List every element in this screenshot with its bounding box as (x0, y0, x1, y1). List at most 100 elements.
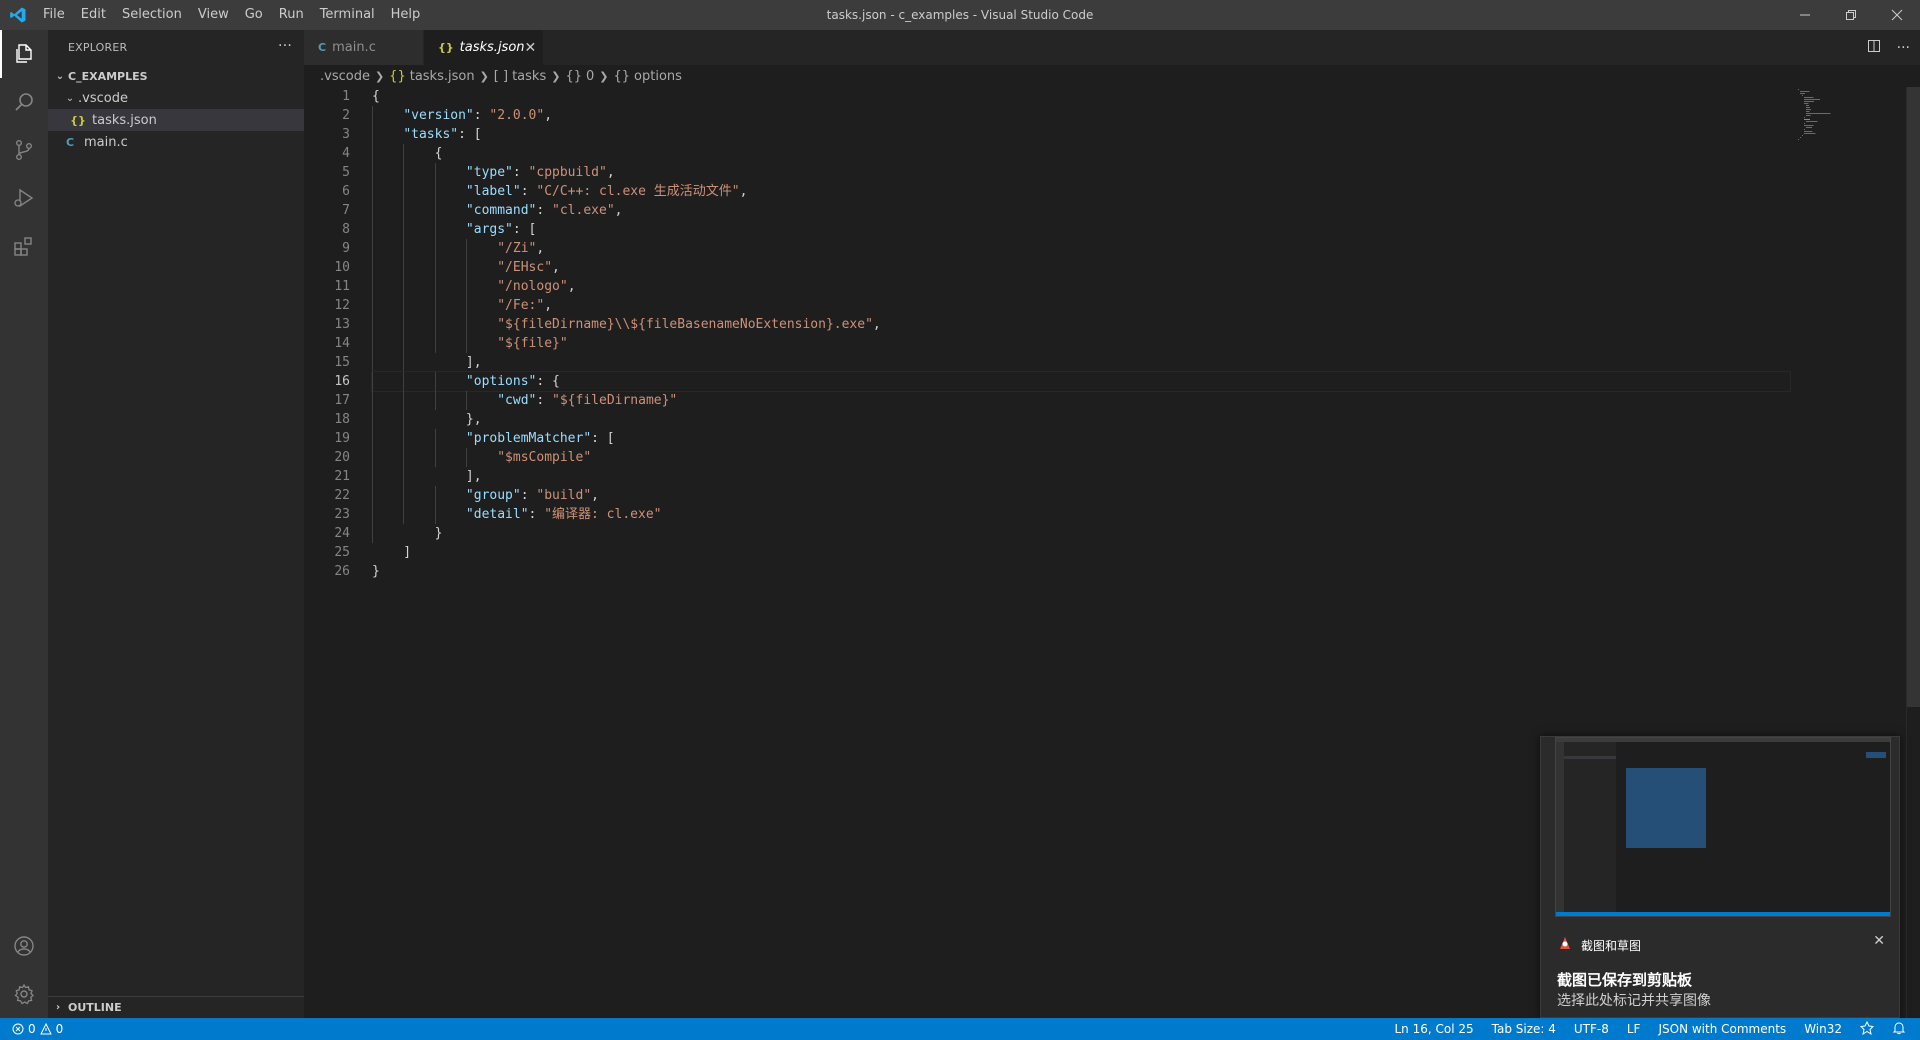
code-line[interactable]: "cwd": "${fileDirname}" (372, 391, 1790, 410)
minimap-line (1804, 117, 1805, 118)
workspace-root[interactable]: ⌄ C_EXAMPLES (48, 65, 304, 87)
search-icon[interactable] (0, 78, 48, 126)
code-line[interactable]: "detail": "编译器: cl.exe" (372, 505, 1790, 524)
close-icon[interactable]: ✕ (1873, 933, 1885, 949)
breadcrumb-file[interactable]: tasks.json (410, 69, 475, 84)
file-label: main.c (84, 134, 128, 150)
split-editor-icon[interactable] (1867, 39, 1881, 57)
notifications-bell-icon[interactable] (1892, 1021, 1906, 1038)
code-line[interactable]: "type": "cppbuild", (372, 163, 1790, 182)
breadcrumb-tasks[interactable]: tasks (512, 69, 546, 84)
minimap-line (1806, 107, 1810, 108)
code-line[interactable]: "label": "C/C++: cl.exe 生成活动文件", (372, 182, 1790, 201)
warning-icon (39, 1023, 52, 1035)
code-content[interactable]: { "version": "2.0.0", "tasks": [ { "type… (371, 87, 1791, 581)
code-line[interactable]: "group": "build", (372, 486, 1790, 505)
minimap-line (1806, 121, 1818, 122)
code-line[interactable]: ], (372, 467, 1790, 486)
file-main-c[interactable]: C main.c (48, 131, 304, 153)
tab-tasks-json[interactable]: {} tasks.json ✕ (424, 30, 544, 65)
snip-notification[interactable]: 截图和草图 ✕ 截图已保存到剪贴板 选择此处标记并共享图像 (1540, 736, 1900, 1018)
menu-go[interactable]: Go (237, 0, 271, 30)
code-line[interactable]: "$msCompile" (372, 448, 1790, 467)
language-mode[interactable]: JSON with Comments (1658, 1022, 1786, 1036)
minimap-line (1804, 99, 1820, 100)
code-line[interactable]: "/EHsc", (372, 258, 1790, 277)
explorer-icon[interactable] (0, 30, 48, 78)
tab-label: tasks.json (459, 40, 525, 55)
settings-gear-icon[interactable] (0, 970, 48, 1018)
minimap-line (1800, 91, 1810, 92)
code-line[interactable]: "tasks": [ (372, 125, 1790, 144)
breadcrumb-options[interactable]: options (634, 69, 682, 84)
folder-vscode[interactable]: ⌄ .vscode (48, 87, 304, 109)
json-file-icon: {} (438, 41, 454, 54)
close-tab-icon[interactable]: ✕ (525, 40, 537, 56)
line-number: 1 (342, 89, 350, 104)
line-number: 11 (334, 279, 350, 294)
tab-size[interactable]: Tab Size: 4 (1492, 1022, 1556, 1036)
menu-run[interactable]: Run (271, 0, 312, 30)
code-line[interactable]: "version": "2.0.0", (372, 106, 1790, 125)
line-number-gutter: 1 2 3 4 5 6 7 8 9 10 11 12 13 14 15 16 17 18 19 20 21 22 23 24 2… (304, 87, 372, 581)
run-debug-icon[interactable] (0, 174, 48, 222)
code-line[interactable]: ] (372, 543, 1790, 562)
file-tasks-json[interactable]: {} tasks.json (48, 109, 304, 131)
line-number: 26 (334, 564, 350, 579)
source-control-icon[interactable] (0, 126, 48, 174)
more-actions-icon[interactable]: ··· (278, 38, 292, 54)
code-line[interactable]: "/Zi", (372, 239, 1790, 258)
editor-actions: ··· (1867, 30, 1920, 65)
code-line[interactable]: "${file}" (372, 334, 1790, 353)
minimap-line (1804, 129, 1805, 130)
problems-indicator[interactable]: 0 0 (0, 1022, 63, 1036)
line-number: 7 (342, 203, 350, 218)
minimap-line (1804, 97, 1814, 98)
menu-terminal[interactable]: Terminal (312, 0, 383, 30)
code-line[interactable]: "command": "cl.exe", (372, 201, 1790, 220)
minimize-button[interactable] (1782, 0, 1828, 30)
menu-selection[interactable]: Selection (114, 0, 190, 30)
vertical-scrollbar[interactable] (1906, 87, 1920, 1018)
activity-bar (0, 30, 48, 1018)
encoding[interactable]: UTF-8 (1574, 1022, 1609, 1036)
menu-edit[interactable]: Edit (73, 0, 114, 30)
code-line[interactable]: "/nologo", (372, 277, 1790, 296)
tab-main-c[interactable]: C main.c (304, 30, 424, 65)
more-actions-icon[interactable]: ··· (1897, 40, 1910, 56)
breadcrumb-item[interactable]: 0 (586, 69, 594, 84)
line-number: 15 (334, 355, 350, 370)
extensions-icon[interactable] (0, 222, 48, 270)
object-icon: {} (565, 68, 582, 84)
window-controls (1782, 0, 1920, 30)
end-of-line[interactable]: LF (1627, 1022, 1641, 1036)
cursor-position[interactable]: Ln 16, Col 25 (1394, 1022, 1473, 1036)
feedback-icon[interactable] (1859, 1020, 1875, 1038)
close-window-button[interactable] (1874, 0, 1920, 30)
code-line[interactable]: } (372, 524, 1790, 543)
menu-file[interactable]: File (35, 0, 73, 30)
error-icon (12, 1023, 24, 1035)
screenshot-thumbnail[interactable] (1555, 737, 1891, 917)
restore-button[interactable] (1828, 0, 1874, 30)
outline-section[interactable]: › OUTLINE (48, 996, 304, 1018)
menu-help[interactable]: Help (383, 0, 429, 30)
c-file-icon: C (318, 41, 327, 54)
code-line[interactable]: } (372, 562, 1790, 581)
json-file-icon: {} (389, 68, 406, 84)
code-line[interactable]: "/Fe:", (372, 296, 1790, 315)
code-line[interactable]: "options": { (371, 371, 1791, 392)
scrollbar-thumb[interactable] (1907, 87, 1920, 707)
code-line[interactable]: "${fileDirname}\\${fileBasenameNoExtensi… (372, 315, 1790, 334)
breadcrumb-folder[interactable]: .vscode (320, 69, 370, 84)
minimap-line (1802, 95, 1803, 96)
code-line[interactable]: { (372, 144, 1790, 163)
code-line[interactable]: "problemMatcher": [ (372, 429, 1790, 448)
code-line[interactable]: { (372, 87, 1790, 106)
code-line[interactable]: "args": [ (372, 220, 1790, 239)
code-line[interactable]: ], (372, 353, 1790, 372)
menu-view[interactable]: View (190, 0, 237, 30)
account-icon[interactable] (0, 922, 48, 970)
code-line[interactable]: }, (372, 410, 1790, 429)
platform[interactable]: Win32 (1804, 1022, 1842, 1036)
